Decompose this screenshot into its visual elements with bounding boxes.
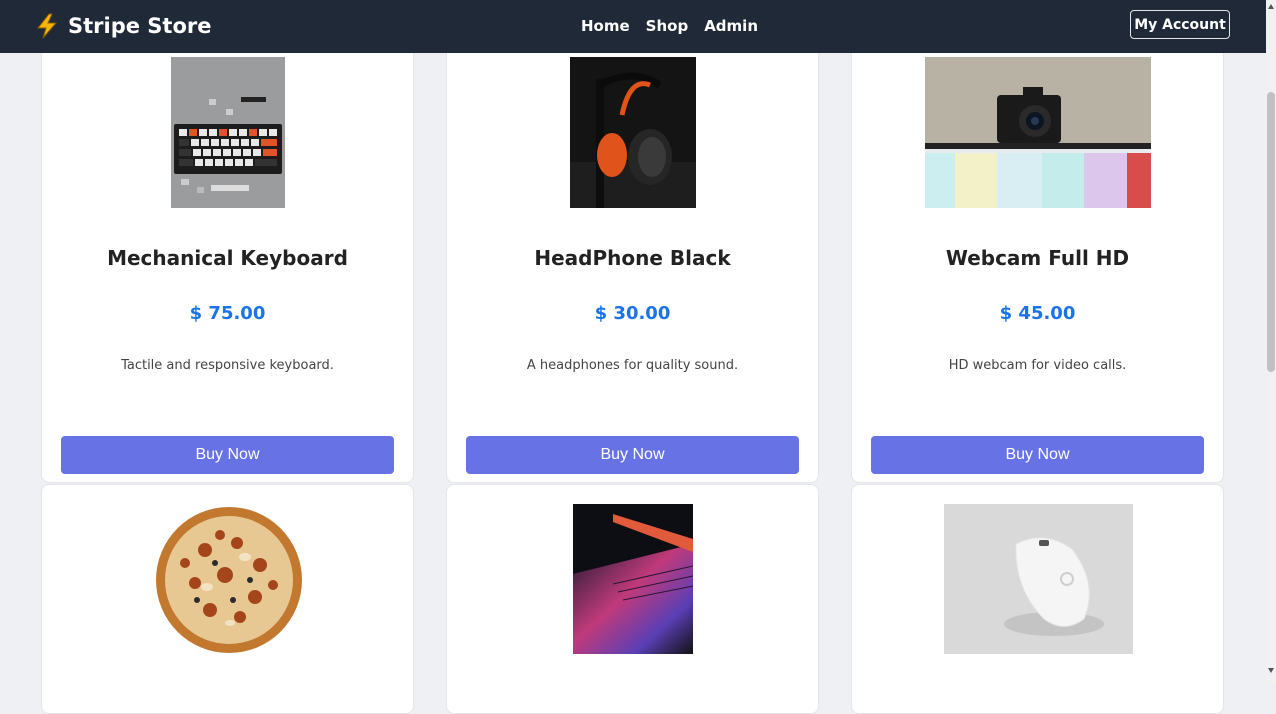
brand[interactable]: Stripe Store <box>34 12 212 40</box>
product-card-mouse <box>851 484 1224 714</box>
headphone-image <box>570 57 696 208</box>
nav-link-home[interactable]: Home <box>581 17 630 35</box>
product-card-pizza <box>41 484 414 714</box>
scroll-thumb[interactable] <box>1267 92 1275 372</box>
product-card-headphone: HeadPhone Black $ 30.00 A headphones for… <box>446 20 819 483</box>
product-description: Tactile and responsive keyboard. <box>121 358 334 373</box>
nav-link-shop[interactable]: Shop <box>646 17 689 35</box>
product-price: $ 45.00 <box>999 303 1076 324</box>
buy-now-button[interactable]: Buy Now <box>466 436 799 474</box>
brand-name: Stripe Store <box>68 14 212 38</box>
product-price: $ 30.00 <box>594 303 671 324</box>
product-price: $ 75.00 <box>189 303 266 324</box>
product-title: Mechanical Keyboard <box>107 246 348 270</box>
my-account-button[interactable]: My Account <box>1130 10 1230 39</box>
mouse-image <box>944 504 1133 654</box>
keyboard-image <box>171 57 285 208</box>
buy-now-button[interactable]: Buy Now <box>871 436 1204 474</box>
nav-link-admin[interactable]: Admin <box>704 17 758 35</box>
vertical-scrollbar[interactable] <box>1266 0 1276 683</box>
product-description: HD webcam for video calls. <box>948 358 1127 373</box>
scroll-down-arrow-icon[interactable] <box>1268 668 1274 673</box>
nav-links: Home Shop Admin <box>581 17 758 35</box>
product-title: Webcam Full HD <box>945 246 1130 270</box>
product-card-laptop <box>446 484 819 714</box>
lightning-bolt-icon <box>34 13 60 39</box>
product-title: HeadPhone Black <box>534 246 731 270</box>
navbar: Stripe Store Home Shop Admin My Account <box>0 0 1266 53</box>
product-description: A headphones for quality sound. <box>526 358 739 373</box>
product-card-keyboard: Mechanical Keyboard $ 75.00 Tactile and … <box>41 20 414 483</box>
laptop-image <box>573 504 693 654</box>
product-card-webcam: Webcam Full HD $ 45.00 HD webcam for vid… <box>851 20 1224 483</box>
webcam-image <box>925 57 1151 208</box>
scroll-up-arrow-icon[interactable] <box>1268 4 1274 9</box>
buy-now-button[interactable]: Buy Now <box>61 436 394 474</box>
pizza-image <box>155 505 303 655</box>
